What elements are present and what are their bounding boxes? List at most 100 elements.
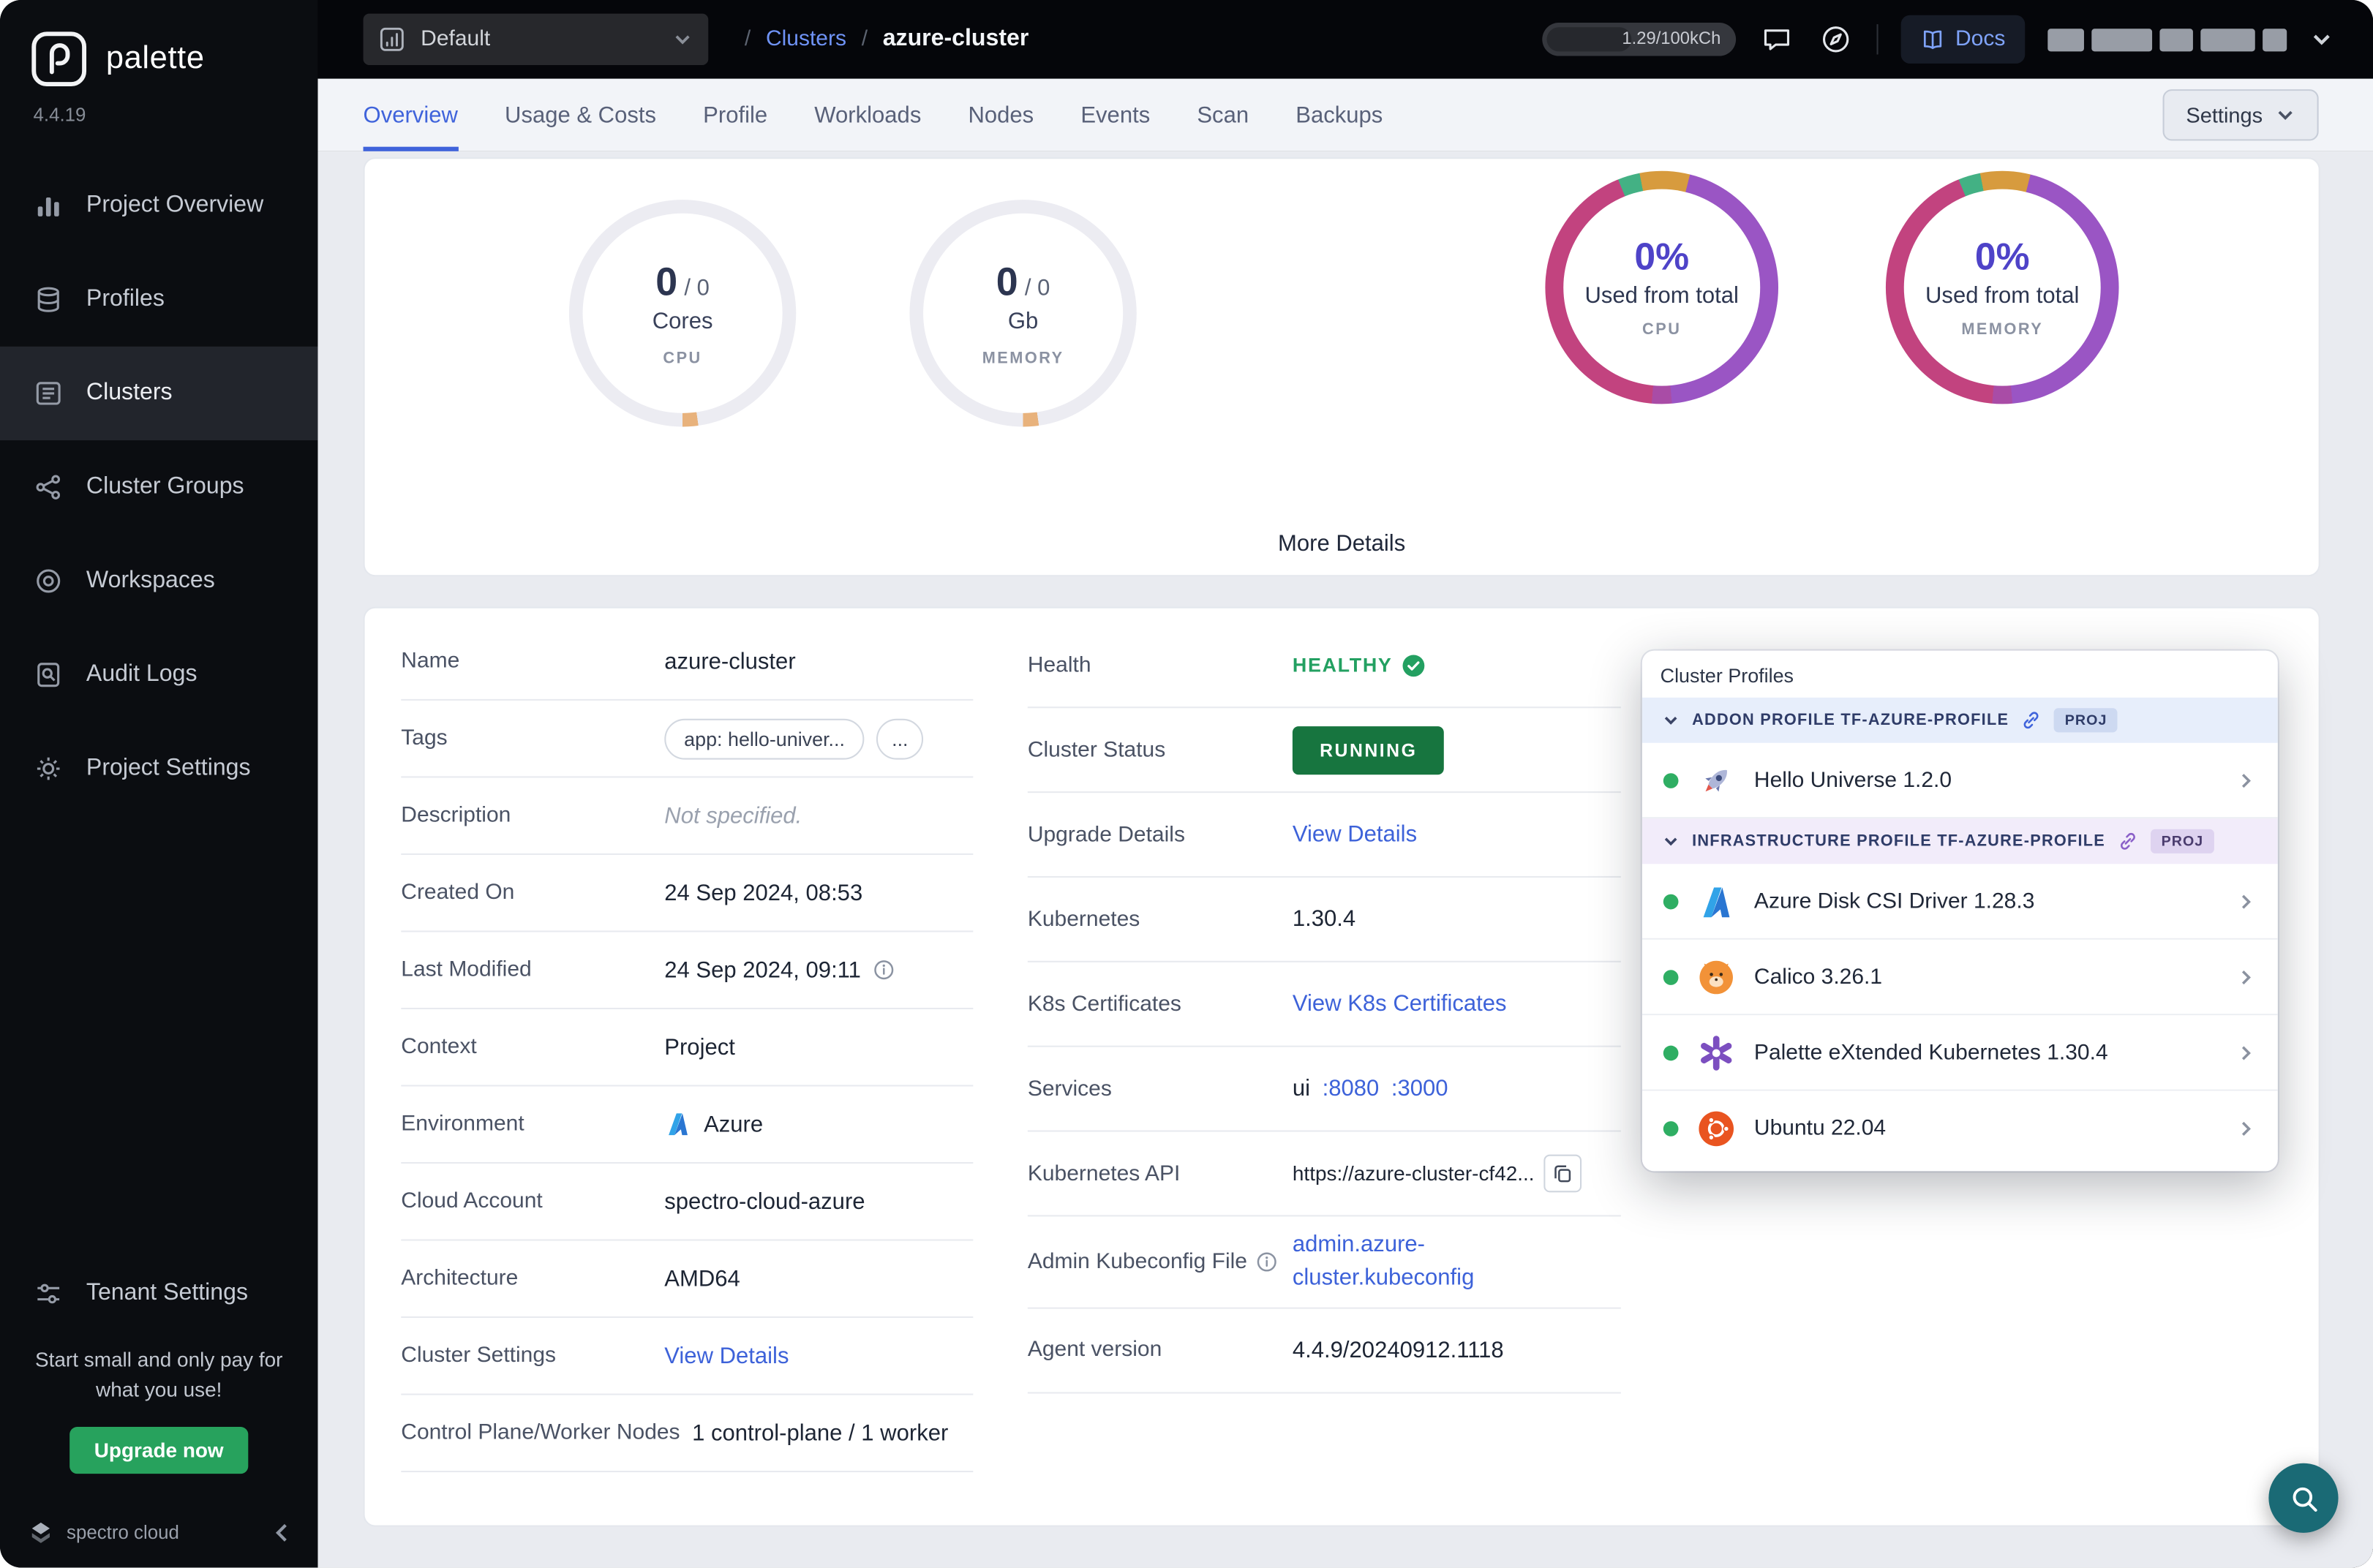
addon-profile-header[interactable]: ADDON PROFILE TF-AZURE-PROFILE PROJ (1641, 697, 2278, 743)
project-selector[interactable]: Default (363, 13, 709, 65)
kubernetes-api-value: https://azure-cluster-cf42... (1292, 1161, 1535, 1185)
tab-profile[interactable]: Profile (703, 79, 767, 151)
chevron-right-icon (2235, 769, 2257, 791)
info-icon[interactable] (873, 960, 894, 981)
sidebar-item-cluster-groups[interactable]: Cluster Groups (0, 440, 317, 534)
service-port-3000-link[interactable]: :3000 (1391, 1076, 1448, 1101)
sidebar-item-label: Cluster Groups (86, 473, 244, 500)
status-dot (1663, 893, 1679, 909)
profile-pack-row-azure-disk[interactable]: Azure Disk CSI Driver 1.28.3 (1641, 864, 2278, 940)
memory-usage-donut: 0% Used from total MEMORY (1885, 170, 2119, 404)
chat-icon[interactable] (1759, 21, 1795, 58)
cpu-gauge-total: / 0 (684, 275, 710, 301)
detail-label: Admin Kubeconfig File (1027, 1249, 1247, 1274)
metrics-card: 0 / 0 Cores CPU 0 / 0 Gb MEMORY 0% Used … (363, 157, 2320, 577)
running-status-button[interactable]: RUNNING (1292, 725, 1445, 774)
tab-usage-costs[interactable]: Usage & Costs (505, 79, 656, 151)
settings-button[interactable]: Settings (2163, 89, 2319, 141)
cpu-gauge-value: 0 (655, 258, 678, 304)
infrastructure-profile-header[interactable]: INFRASTRUCTURE PROFILE TF-AZURE-PROFILE … (1641, 818, 2278, 864)
target-icon (34, 566, 64, 596)
docs-button[interactable]: Docs (1900, 15, 2026, 64)
tab-overview[interactable]: Overview (363, 79, 458, 151)
cpu-usage-donut: 0% Used from total CPU (1545, 170, 1779, 404)
popover-title: Cluster Profiles (1660, 664, 1794, 687)
description-value: Not specified. (664, 802, 802, 829)
detail-row-description: Description Not specified. (401, 777, 974, 855)
kubeconfig-download-link[interactable]: admin.azure-cluster.kubeconfig (1293, 1229, 1522, 1294)
brand-name: palette (105, 40, 205, 76)
tag-chip[interactable]: app: hello-univer... (664, 717, 865, 759)
view-k8s-certificates-link[interactable]: View K8s Certificates (1293, 991, 1507, 1017)
detail-label: Kubernetes API (1027, 1161, 1181, 1186)
divider (1876, 24, 1879, 55)
memory-donut-percent: 0% (1974, 235, 2030, 279)
more-details-link[interactable]: More Details (1278, 531, 1405, 557)
pack-name: Calico 3.26.1 (1753, 964, 1883, 990)
health-status-value: HEALTHY (1292, 653, 1393, 676)
detail-row-kubeconfig: Admin Kubeconfig File admin.azure-cluste… (1027, 1216, 1621, 1308)
detail-row-cloud-account: Cloud Account spectro-cloud-azure (401, 1164, 974, 1241)
tab-label: Overview (363, 102, 458, 128)
tab-backups[interactable]: Backups (1295, 79, 1383, 151)
chevron-right-icon (2235, 1041, 2257, 1063)
status-dot (1663, 1044, 1679, 1060)
detail-label: Services (1027, 1077, 1112, 1101)
detail-label: Kubernetes (1027, 907, 1140, 932)
sidebar-item-label: Tenant Settings (86, 1279, 249, 1305)
search-fab-button[interactable] (2268, 1463, 2339, 1533)
main-area: Default / Clusters / azure-cluster 1.29/… (317, 0, 2373, 1568)
kubernetes-version-value: 1.30.4 (1292, 906, 1356, 932)
sidebar-item-audit-logs[interactable]: Audit Logs (0, 628, 317, 722)
detail-row-architecture: Architecture AMD64 (401, 1241, 974, 1319)
user-account-redacted[interactable] (2047, 28, 2287, 51)
upgrade-now-button[interactable]: Upgrade now (69, 1427, 248, 1474)
collapse-sidebar-icon[interactable] (269, 1519, 296, 1546)
settings-button-label: Settings (2186, 102, 2263, 127)
sidebar: palette 4.4.19 Project Overview Profiles… (0, 0, 318, 1568)
tab-workloads[interactable]: Workloads (814, 79, 921, 151)
sidebar-nav: Project Overview Profiles Clusters Clust… (0, 159, 318, 815)
cluster-settings-view-details-link[interactable]: View Details (664, 1343, 789, 1368)
tab-scan[interactable]: Scan (1197, 79, 1249, 151)
project-selector-value: Default (421, 27, 491, 52)
copy-icon[interactable] (1543, 1154, 1582, 1193)
azure-icon (1696, 881, 1736, 921)
detail-row-environment: Environment Azure (401, 1087, 974, 1164)
compass-icon[interactable] (1818, 21, 1854, 58)
sidebar-item-workspaces[interactable]: Workspaces (0, 534, 317, 627)
memory-donut-caption: MEMORY (1961, 320, 2044, 339)
chart-box-icon (378, 26, 405, 53)
profile-pack-row-calico[interactable]: Calico 3.26.1 (1641, 939, 2278, 1016)
spectro-cloud-logo-icon (27, 1519, 54, 1546)
profile-pack-row-ubuntu[interactable]: Ubuntu 22.04 (1641, 1090, 2278, 1167)
ubuntu-icon (1696, 1109, 1736, 1149)
sidebar-item-label: Project Overview (86, 192, 264, 218)
breadcrumb-clusters-link[interactable]: Clusters (766, 27, 846, 51)
tab-nodes[interactable]: Nodes (968, 79, 1034, 151)
sidebar-item-clusters[interactable]: Clusters (0, 346, 318, 441)
upgrade-view-details-link[interactable]: View Details (1293, 821, 1417, 847)
service-port-8080-link[interactable]: :8080 (1323, 1076, 1380, 1101)
profile-pack-row-hello-universe[interactable]: Hello Universe 1.2.0 (1641, 742, 2278, 819)
breadcrumb-separator: / (744, 27, 751, 52)
more-tags-chip[interactable]: ... (876, 717, 924, 759)
info-icon[interactable] (1256, 1251, 1277, 1273)
gear-icon (34, 753, 64, 783)
cloud-account-value: spectro-cloud-azure (664, 1188, 865, 1215)
sidebar-item-profiles[interactable]: Profiles (0, 253, 317, 347)
tab-label: Workloads (814, 102, 922, 128)
sidebar-item-tenant-settings[interactable]: Tenant Settings (0, 1256, 317, 1329)
sidebar-item-project-overview[interactable]: Project Overview (0, 159, 317, 252)
breadcrumb-separator: / (861, 27, 868, 52)
profile-pack-row-palette-k8s[interactable]: Palette eXtended Kubernetes 1.30.4 (1641, 1015, 2278, 1091)
sidebar-item-label: Workspaces (86, 567, 215, 594)
account-chevron-down-icon[interactable] (2309, 27, 2333, 51)
sidebar-item-project-settings[interactable]: Project Settings (0, 722, 317, 815)
tab-label: Events (1080, 102, 1151, 128)
detail-label: Agent version (1027, 1337, 1162, 1362)
detail-label: Control Plane/Worker Nodes (401, 1420, 680, 1445)
tab-events[interactable]: Events (1080, 79, 1150, 151)
link-icon (2021, 709, 2042, 731)
architecture-value: AMD64 (664, 1265, 740, 1292)
